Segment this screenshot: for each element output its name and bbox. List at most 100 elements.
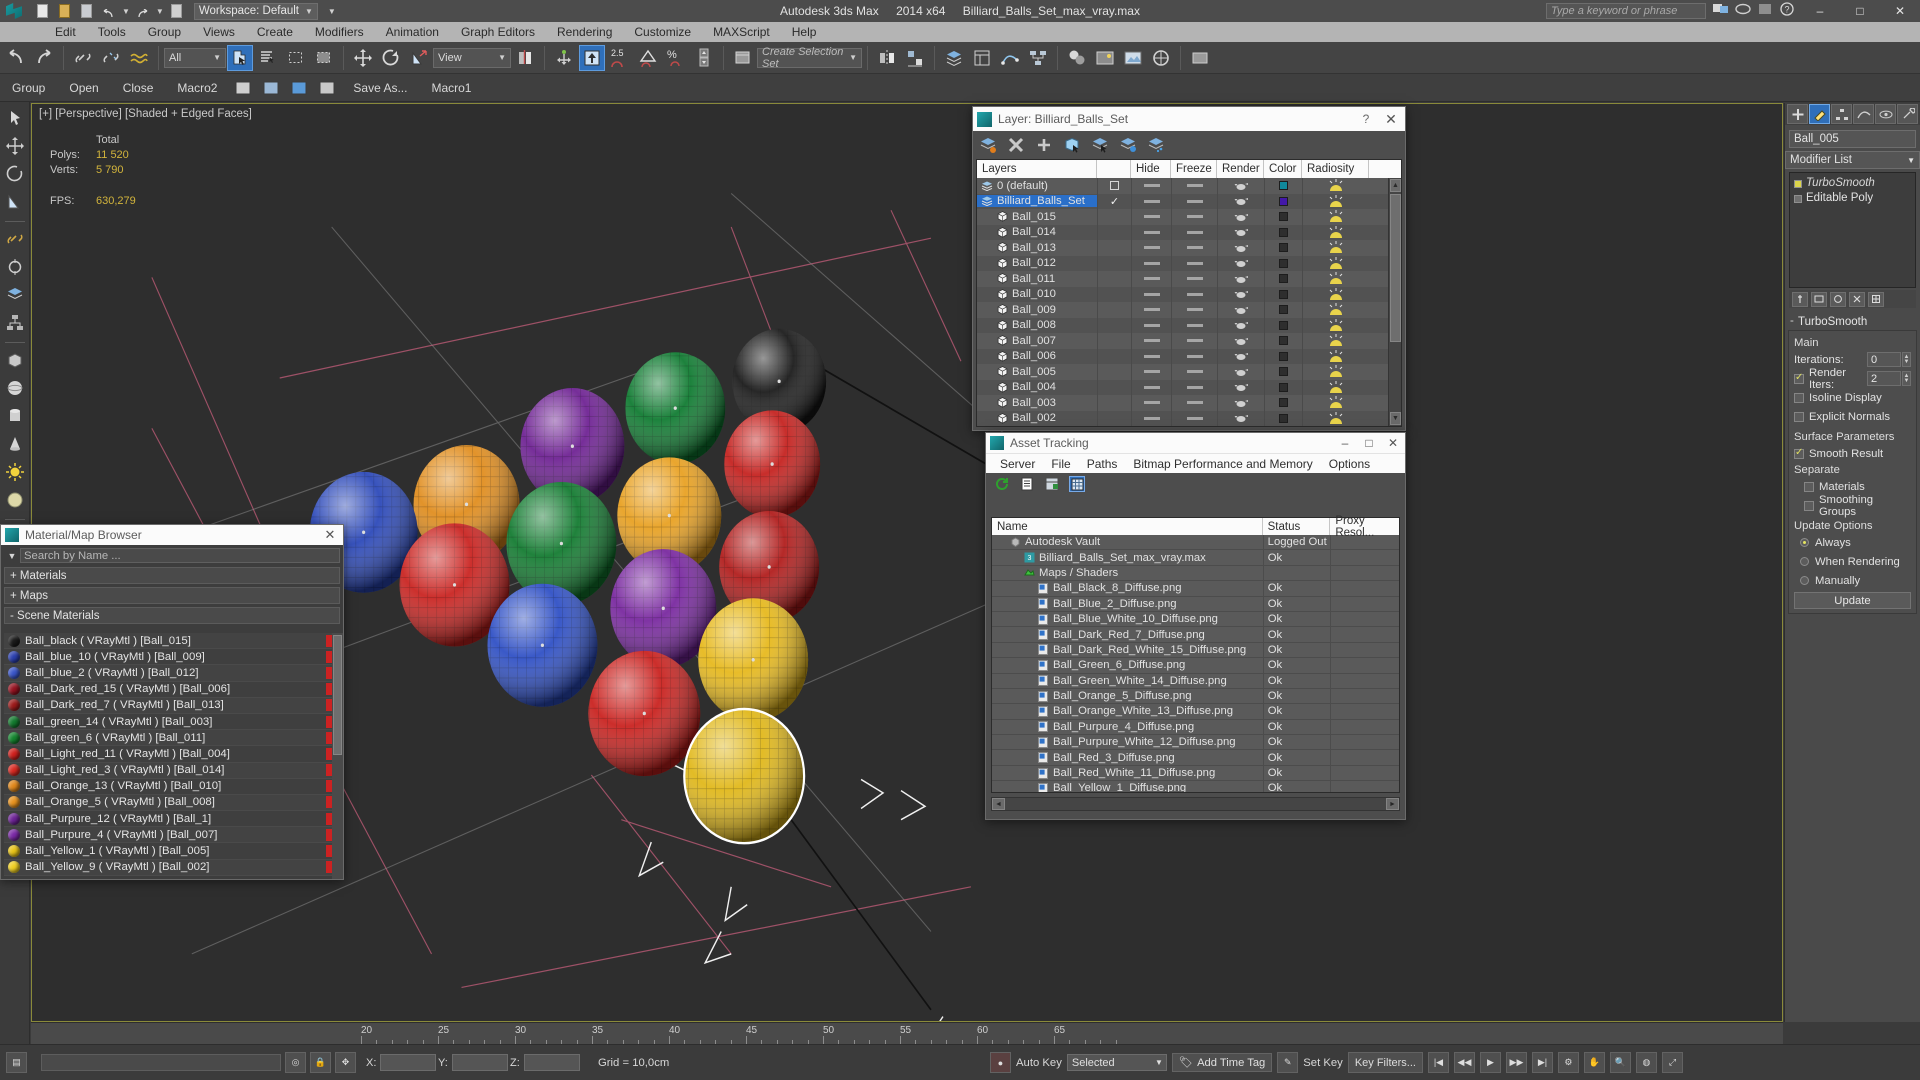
rectangular-selection-region-icon[interactable]	[283, 45, 309, 71]
layer-row[interactable]: Ball_013	[977, 240, 1388, 256]
redo-dropdown-icon[interactable]: ▼	[156, 7, 164, 16]
layer-current-cell[interactable]	[1097, 333, 1131, 349]
layer-render-cell[interactable]	[1217, 364, 1264, 380]
layer-hide-cell[interactable]	[1131, 333, 1171, 349]
move-tool-icon[interactable]	[3, 134, 27, 158]
scroll-right-icon[interactable]: ►	[1386, 798, 1399, 810]
help-icon[interactable]: ?	[1778, 2, 1798, 20]
light-icon[interactable]	[3, 460, 27, 484]
toolbar2-item-macro2[interactable]: Macro2	[165, 74, 229, 102]
asset-menu-file[interactable]: File	[1043, 457, 1078, 471]
layer-color-cell[interactable]	[1264, 364, 1302, 380]
layer-radiosity-cell[interactable]	[1302, 410, 1369, 426]
layer-color-swatch[interactable]	[1279, 305, 1288, 315]
layer-radiosity-cell[interactable]	[1302, 348, 1369, 364]
col-asset-status[interactable]: Status	[1263, 518, 1331, 535]
col-hide[interactable]: Hide	[1131, 160, 1171, 178]
exchange-app-icon[interactable]	[1756, 2, 1776, 20]
modifier-stack-item-turbosmooth[interactable]: TurboSmooth	[1794, 176, 1911, 191]
layer-hide-cell[interactable]	[1131, 348, 1171, 364]
layer-row-name-cell[interactable]: Ball_008	[977, 319, 1097, 331]
viewport-ball-red-4[interactable]	[588, 650, 701, 777]
set-project-folder-icon[interactable]	[168, 2, 186, 20]
asset-row[interactable]: Ball_Green_6_Diffuse.png Ok	[992, 657, 1399, 674]
update-button[interactable]: Update	[1794, 592, 1911, 609]
pick-tool-icon[interactable]	[3, 255, 27, 279]
layer-radiosity-cell[interactable]	[1302, 286, 1369, 302]
layer-row[interactable]: 0 (default)	[977, 178, 1388, 194]
z-field[interactable]	[524, 1054, 580, 1071]
layer-radiosity-cell[interactable]	[1302, 209, 1369, 225]
menu-item-animation[interactable]: Animation	[375, 22, 450, 42]
select-object-icon[interactable]	[227, 44, 253, 71]
layer-freeze-cell[interactable]	[1171, 224, 1217, 240]
layer-freeze-cell[interactable]	[1171, 395, 1217, 411]
material-list-item[interactable]: Ball_blue_2 ( VRayMtl ) [Ball_012]	[4, 665, 340, 682]
toolbar2-item-open[interactable]: Open	[57, 74, 110, 102]
layer-render-cell[interactable]	[1217, 271, 1264, 287]
layer-render-cell[interactable]	[1217, 317, 1264, 333]
asset-row[interactable]: Ball_Yellow_1_Diffuse.png Ok	[992, 780, 1399, 792]
layer-row-name-cell[interactable]: Ball_007	[977, 335, 1097, 347]
update-when-rendering-radio[interactable]	[1800, 557, 1809, 566]
layer-hide-cell[interactable]	[1131, 410, 1171, 426]
tab-modify[interactable]	[1809, 104, 1830, 124]
previous-frame-icon[interactable]: ◀◀	[1453, 1052, 1475, 1073]
viewport-ball-blue-2[interactable]	[487, 583, 598, 707]
show-end-result-icon[interactable]	[1811, 291, 1827, 307]
transform-type-in-icon[interactable]: ✥	[335, 1052, 356, 1073]
maximize-viewport-icon[interactable]: ⤢	[1661, 1052, 1683, 1073]
update-always-radio[interactable]	[1800, 538, 1809, 547]
layer-current-cell[interactable]	[1097, 224, 1131, 240]
layer-hide-cell[interactable]	[1131, 379, 1171, 395]
layer-row[interactable]: Ball_005	[977, 364, 1388, 380]
toolbar2-item-save-as[interactable]: Save As...	[341, 74, 419, 102]
asset-tracking-dialog[interactable]: Asset Tracking – □ ✕ Server File Paths Bitm…	[985, 432, 1406, 820]
lock-selection-icon[interactable]: 🔒	[310, 1052, 331, 1073]
layer-row-name-cell[interactable]: Ball_015	[977, 211, 1097, 223]
layer-freeze-cell[interactable]	[1171, 255, 1217, 271]
layer-current-cell[interactable]	[1097, 255, 1131, 271]
col-render[interactable]: Render	[1217, 160, 1264, 178]
time-configuration-icon[interactable]: ⚙	[1557, 1052, 1579, 1073]
layer-color-cell[interactable]	[1264, 178, 1302, 194]
layer-row-name-cell[interactable]: Ball_013	[977, 242, 1097, 254]
layer-current-cell[interactable]	[1097, 240, 1131, 256]
layer-freeze-cell[interactable]	[1171, 209, 1217, 225]
maximize-button[interactable]: □	[1840, 0, 1880, 22]
layer-render-cell[interactable]	[1217, 286, 1264, 302]
viewport-ball-yellow-sel[interactable]	[683, 707, 806, 845]
delete-layer-icon[interactable]	[1007, 136, 1025, 154]
asset-rows-container[interactable]: Autodesk Vault Logged Out ... 3 Billiard_Ba…	[992, 535, 1399, 792]
layer-radiosity-cell[interactable]	[1302, 317, 1369, 333]
undo-dropdown-icon[interactable]: ▼	[122, 7, 130, 16]
layer-row[interactable]: Ball_006	[977, 348, 1388, 364]
layer-current-cell[interactable]: ✓	[1097, 193, 1131, 209]
menu-item-rendering[interactable]: Rendering	[546, 22, 623, 42]
layer-row-name-cell[interactable]: Ball_012	[977, 257, 1097, 269]
reference-coordinate-combo[interactable]: View ▼	[433, 47, 511, 68]
menu-item-modifiers[interactable]: Modifiers	[304, 22, 375, 42]
layer-row[interactable]: Billiard_Balls_Set ✓	[977, 193, 1388, 209]
asset-row[interactable]: Ball_Dark_Red_7_Diffuse.png Ok	[992, 626, 1399, 643]
asset-menu-paths[interactable]: Paths	[1079, 457, 1126, 471]
scale-tool-icon[interactable]	[3, 190, 27, 214]
layer-freeze-cell[interactable]	[1171, 364, 1217, 380]
toolbar2-icon-render-set[interactable]	[258, 75, 284, 101]
layer-render-cell[interactable]	[1217, 240, 1264, 256]
col-color[interactable]: Color	[1264, 160, 1302, 178]
key-mode-combo[interactable]: Selected ▼	[1066, 1054, 1167, 1071]
separate-materials-checkbox[interactable]	[1804, 481, 1814, 492]
unlink-selection-icon[interactable]	[98, 45, 124, 71]
mmb-close-button[interactable]: ✕	[317, 527, 343, 543]
layer-color-cell[interactable]	[1264, 333, 1302, 349]
menu-item-tools[interactable]: Tools	[87, 22, 137, 42]
layer-color-swatch[interactable]	[1279, 243, 1288, 253]
layer-freeze-cell[interactable]	[1171, 410, 1217, 426]
menu-item-edit[interactable]: Edit	[44, 22, 87, 42]
undo-icon[interactable]	[100, 2, 118, 20]
schematic-view-icon[interactable]	[1025, 45, 1051, 71]
layer-row-name-cell[interactable]: Ball_010	[977, 288, 1097, 300]
toolbar2-item-macro1[interactable]: Macro1	[419, 74, 483, 102]
layer-color-cell[interactable]	[1264, 302, 1302, 318]
